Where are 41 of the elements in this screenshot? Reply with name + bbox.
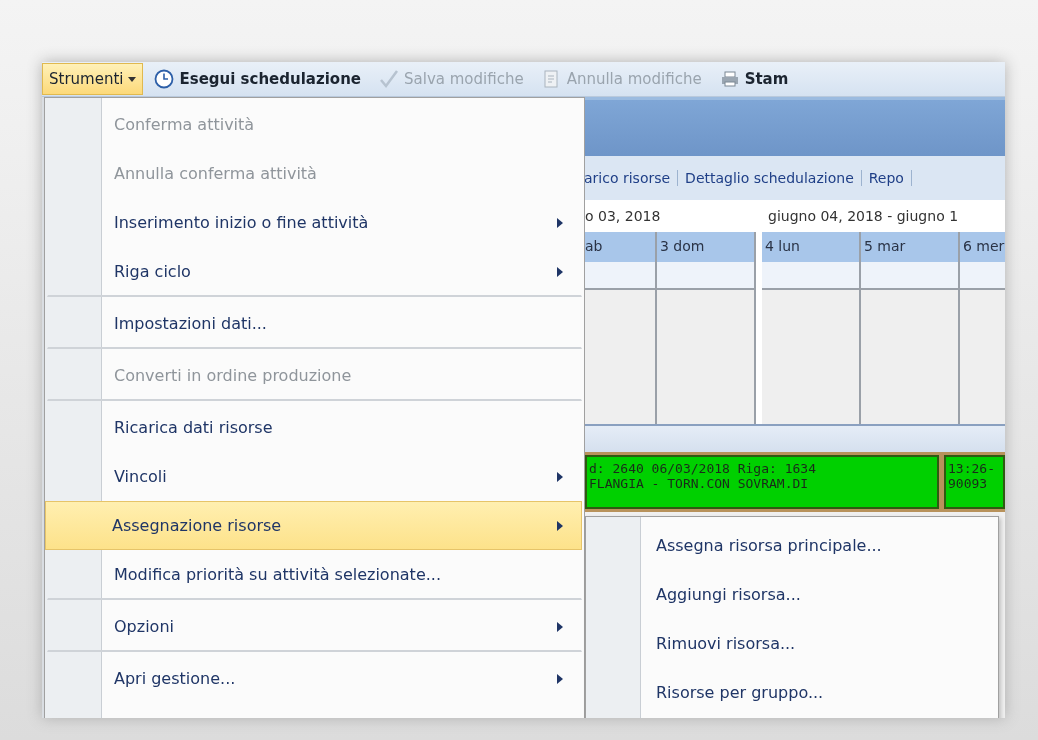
task-text: 13:26- — [948, 461, 996, 476]
day-header: 4 lun — [762, 232, 859, 262]
clock-icon — [154, 69, 175, 89]
menu-item[interactable]: Rimuovi risorsa... — [586, 619, 998, 668]
submenu-arrow-icon — [557, 673, 563, 684]
tab[interactable]: Repo — [861, 170, 912, 186]
menu-item[interactable]: Aggiungi risorsa... — [586, 570, 998, 619]
menu-item[interactable]: Assegna risorsa principale... — [586, 521, 998, 570]
task-text: FLANGIA - TORN.CON SOVRAM.DI — [589, 476, 810, 491]
task-text: 90093 — [948, 476, 989, 491]
caret-icon — [128, 76, 137, 82]
menu-item[interactable]: Modifica priorità su attività selezionate... — [47, 550, 582, 600]
task-bar[interactable]: 13:26- 90093 — [944, 455, 1005, 509]
submenu-arrow-icon — [557, 520, 563, 531]
menu-item[interactable]: Opzioni — [47, 602, 582, 652]
menu-item[interactable]: Riga ciclo — [47, 247, 582, 297]
menu-item[interactable]: Ricarica dati risorse — [47, 403, 582, 452]
day-header: ab — [585, 232, 655, 262]
tools-menu-button[interactable]: Strumenti — [42, 63, 144, 95]
printer-icon — [719, 69, 740, 89]
menu-item[interactable]: Impostazioni dati... — [47, 299, 582, 349]
toolbar-button[interactable]: Stam — [712, 63, 796, 95]
submenu-arrow-icon — [557, 266, 563, 277]
week-label: o 03, 2018 — [585, 207, 662, 226]
submenu-arrow-icon — [557, 471, 563, 482]
task-bar[interactable]: d: 2640 06/03/2018 Riga: 1634 FLANGIA - TORN.CON SOVRAM.DI — [585, 455, 939, 509]
menu-item[interactable]: Inserimento inizio o fine attività — [47, 198, 582, 247]
task-text: d: 2640 06/03/2018 Riga: 1634 — [589, 461, 817, 476]
week-label: giugno 04, 2018 - giugno 1 — [767, 207, 960, 226]
menu-item[interactable]: Apri gestione... — [47, 654, 582, 703]
submenu-arrow-icon — [557, 621, 563, 632]
menu-item[interactable]: Risorse per gruppo... — [586, 668, 998, 717]
submenu-arrow-icon — [557, 217, 563, 228]
check-icon — [379, 69, 399, 89]
menu-item[interactable]: Vincoli — [47, 452, 582, 501]
menu-item[interactable]: Assegnazione risorse — [45, 501, 582, 550]
day-header: 5 mar — [861, 232, 958, 262]
tab[interactable]: Dettaglio schedulazione — [678, 170, 862, 186]
toolbar-button[interactable]: Esegui schedulazione — [147, 63, 368, 95]
day-header: 3 dom — [657, 232, 754, 262]
day-header: 6 mer — [960, 232, 1005, 262]
